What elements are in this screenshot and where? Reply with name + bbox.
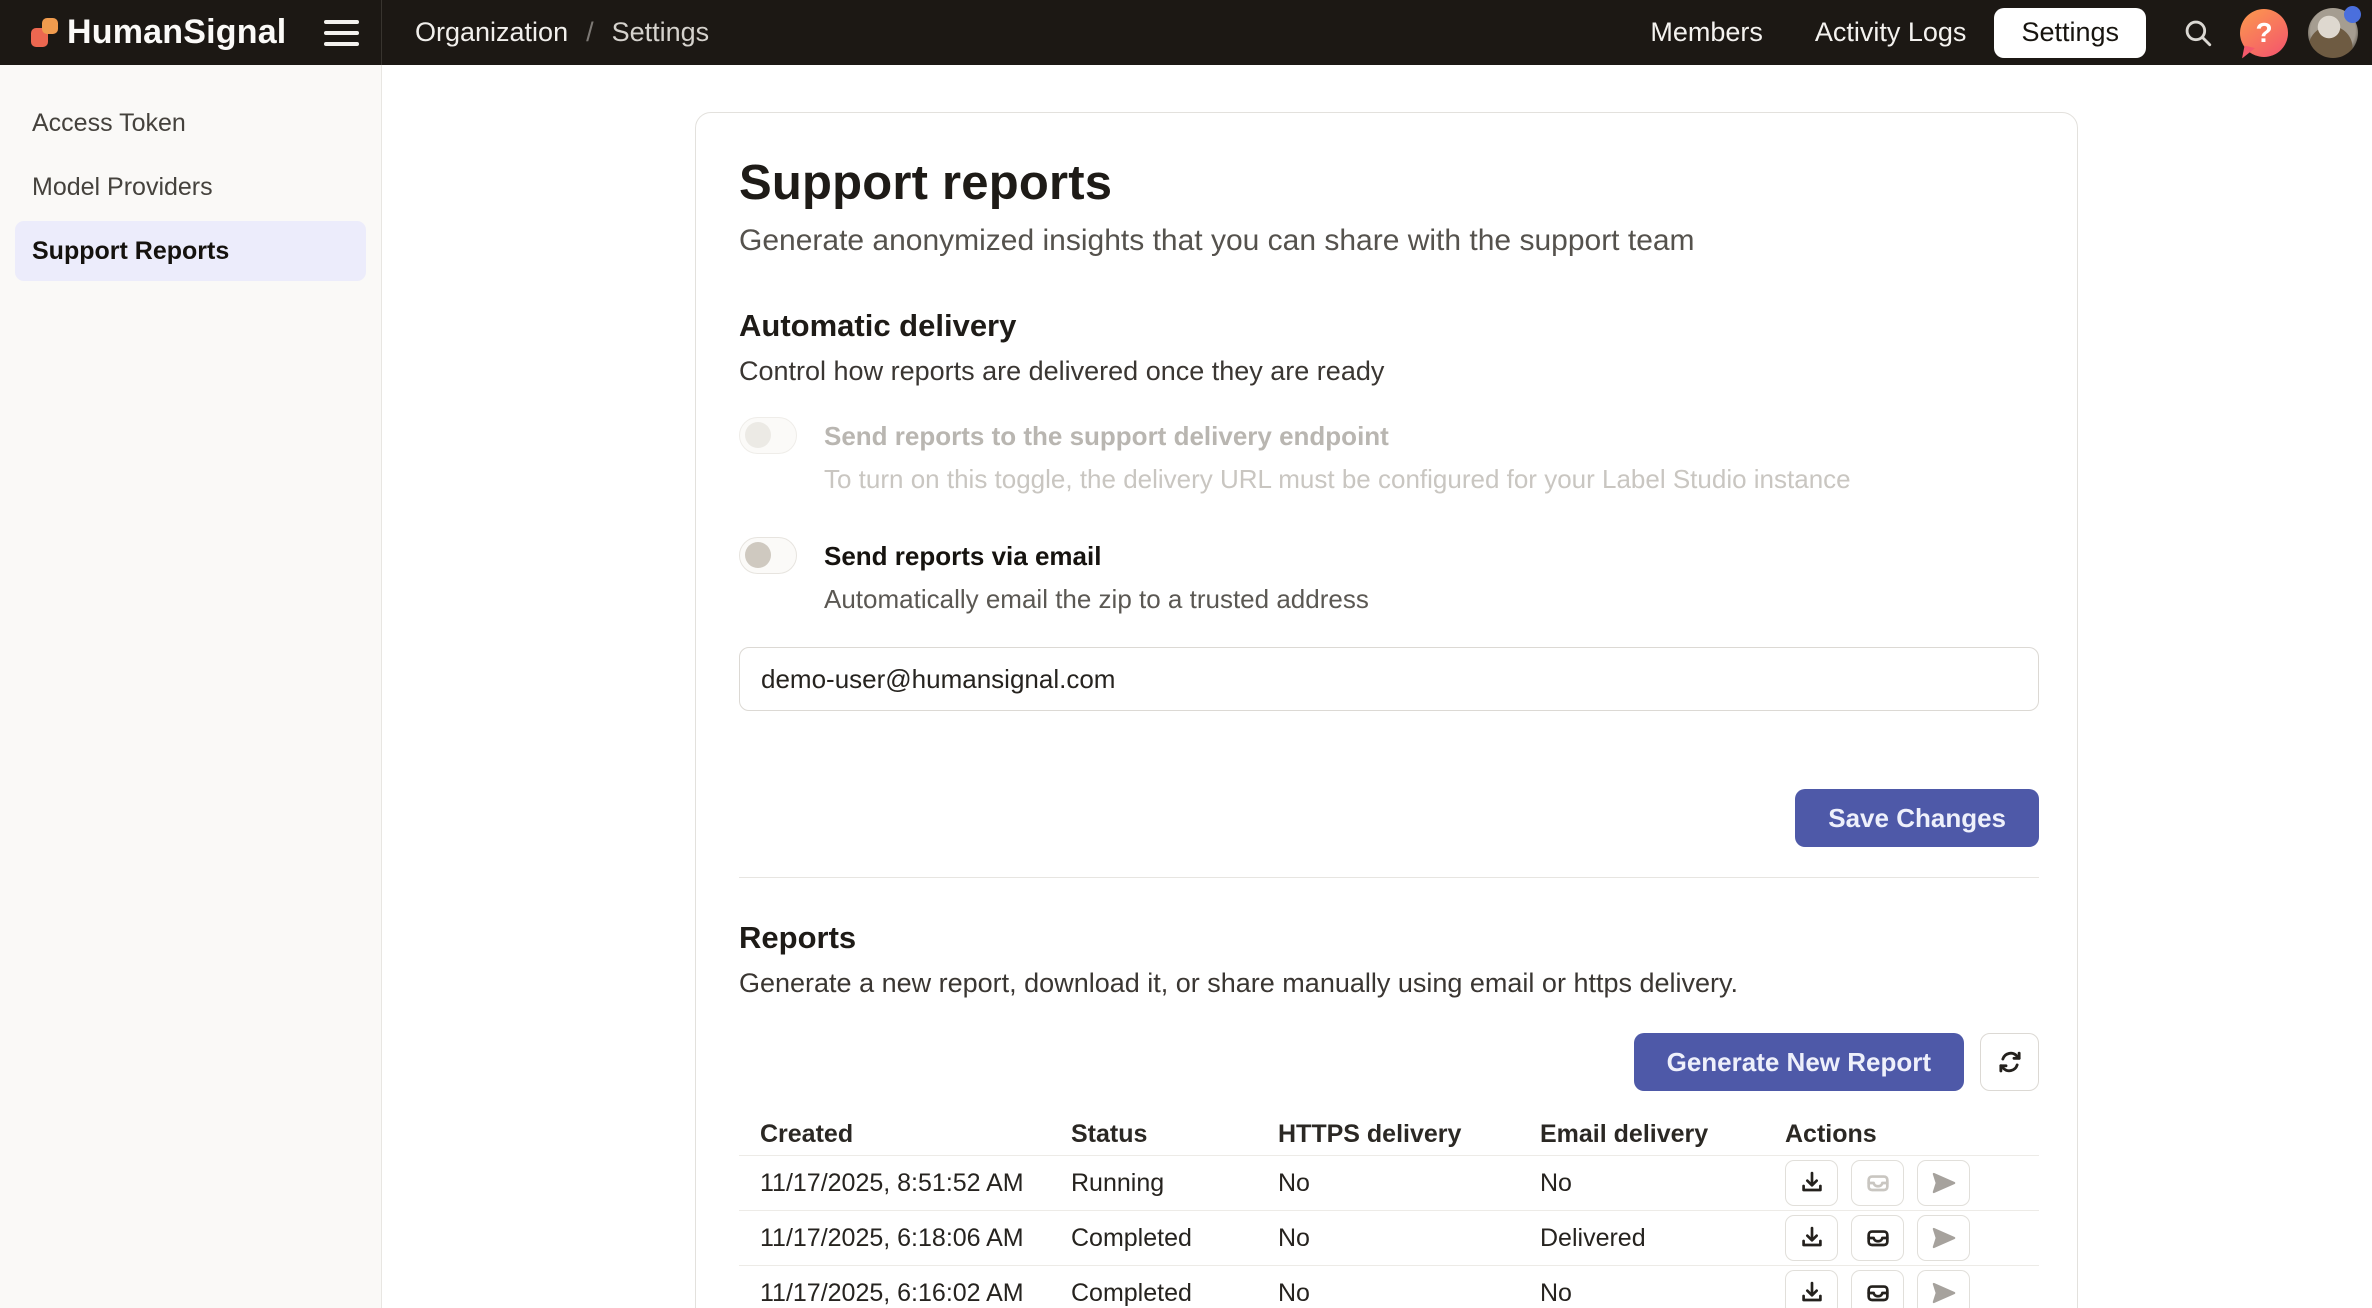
cell-email: No [1540,1279,1785,1308]
humansignal-logo-icon [31,18,58,48]
send-report-button [1917,1215,1970,1261]
col-https-delivery: HTTPS delivery [1278,1120,1540,1149]
email-report-button [1851,1160,1904,1206]
https-delivery-toggle [739,417,797,454]
breadcrumb-separator: / [586,17,594,48]
avatar-status-badge [2344,6,2361,23]
reports-table: Created Status HTTPS delivery Email deli… [739,1113,2039,1308]
download-report-button[interactable] [1785,1160,1838,1206]
cell-created: 11/17/2025, 6:18:06 AM [739,1224,1071,1253]
table-row: 11/17/2025, 8:51:52 AM Running No No [739,1155,2039,1210]
refresh-button[interactable] [1980,1033,2039,1091]
sidebar-item-support-reports[interactable]: Support Reports [15,221,366,281]
inbox-icon [1864,1224,1892,1252]
topbar-left: HumanSignal [0,0,382,65]
download-icon [1798,1224,1826,1252]
nav-activity-logs[interactable]: Activity Logs [1789,17,1993,48]
support-reports-card: Support reports Generate anonymized insi… [695,112,2078,1308]
help-icon[interactable]: ? [2240,9,2288,57]
breadcrumb: Organization / Settings [415,17,709,48]
download-report-button[interactable] [1785,1270,1838,1308]
refresh-icon [1995,1047,2025,1077]
sidebar-item-access-token[interactable]: Access Token [15,93,366,153]
sidebar-item-model-providers[interactable]: Model Providers [15,157,366,217]
reports-section: Reports Generate a new report, download … [739,920,2037,1308]
send-report-button [1917,1270,1970,1308]
humansignal-logo: HumanSignal [31,13,286,52]
https-toggle-helper: To turn on this toggle, the delivery URL… [824,464,1851,495]
cell-status: Completed [1071,1279,1278,1308]
download-icon [1798,1169,1826,1197]
topbar-right: Members Activity Logs Settings ? [1624,8,2372,58]
download-icon [1798,1279,1826,1307]
cell-email: Delivered [1540,1224,1785,1253]
nav-settings-active[interactable]: Settings [1994,8,2146,58]
col-email-delivery: Email delivery [1540,1120,1785,1149]
cell-created: 11/17/2025, 6:16:02 AM [739,1279,1071,1308]
table-row: 11/17/2025, 6:18:06 AM Completed No Deli… [739,1210,2039,1265]
settings-sidebar: Access Token Model Providers Support Rep… [0,65,382,1308]
user-avatar[interactable] [2308,8,2358,58]
reports-description: Generate a new report, download it, or s… [739,968,2037,999]
toggle-row-https-delivery: Send reports to the support delivery end… [739,417,2037,495]
main-content: Support reports Generate anonymized insi… [382,65,2372,1308]
automatic-delivery-section: Automatic delivery Control how reports a… [739,308,2037,847]
download-report-button[interactable] [1785,1215,1838,1261]
save-changes-button[interactable]: Save Changes [1795,789,2039,847]
cell-status: Completed [1071,1224,1278,1253]
cell-email: No [1540,1169,1785,1198]
toggle-knob [745,542,771,568]
send-icon [1930,1169,1958,1197]
cell-created: 11/17/2025, 8:51:52 AM [739,1169,1071,1198]
toggle-knob [745,422,771,448]
sidebar-item-label: Support Reports [32,237,229,266]
breadcrumb-settings: Settings [612,17,710,48]
email-toggle-label: Send reports via email [824,541,1369,572]
send-icon [1930,1224,1958,1252]
col-created: Created [739,1120,1071,1149]
page-title: Support reports [739,155,2037,211]
table-row: 11/17/2025, 6:16:02 AM Completed No No [739,1265,2039,1308]
cell-https: No [1278,1169,1540,1198]
sidebar-item-label: Access Token [32,109,186,138]
email-delivery-toggle[interactable] [739,537,797,574]
cell-https: No [1278,1224,1540,1253]
cell-https: No [1278,1279,1540,1308]
nav-members[interactable]: Members [1624,17,1789,48]
col-actions: Actions [1785,1120,2039,1149]
toggle-row-email-delivery: Send reports via email Automatically ema… [739,537,2037,615]
automatic-delivery-description: Control how reports are delivered once t… [739,356,2037,387]
section-divider [739,877,2039,878]
sidebar-item-label: Model Providers [32,173,213,202]
email-toggle-helper: Automatically email the zip to a trusted… [824,584,1369,615]
inbox-icon [1864,1279,1892,1307]
trusted-email-input[interactable] [739,647,2039,711]
page-subtitle: Generate anonymized insights that you ca… [739,224,2037,258]
breadcrumb-organization[interactable]: Organization [415,17,568,48]
automatic-delivery-heading: Automatic delivery [739,308,2037,344]
email-report-button[interactable] [1851,1270,1904,1308]
inbox-icon [1864,1169,1892,1197]
https-toggle-label: Send reports to the support delivery end… [824,421,1851,452]
brand-name: HumanSignal [67,13,286,52]
generate-new-report-button[interactable]: Generate New Report [1634,1033,1964,1091]
menu-icon[interactable] [324,20,359,46]
email-report-button[interactable] [1851,1215,1904,1261]
search-icon[interactable] [2176,11,2220,55]
cell-status: Running [1071,1169,1278,1198]
topbar: HumanSignal Organization / Settings Memb… [0,0,2372,65]
reports-heading: Reports [739,920,2037,956]
send-report-button [1917,1160,1970,1206]
col-status: Status [1071,1120,1278,1149]
table-header-row: Created Status HTTPS delivery Email deli… [739,1113,2039,1155]
send-icon [1930,1279,1958,1307]
